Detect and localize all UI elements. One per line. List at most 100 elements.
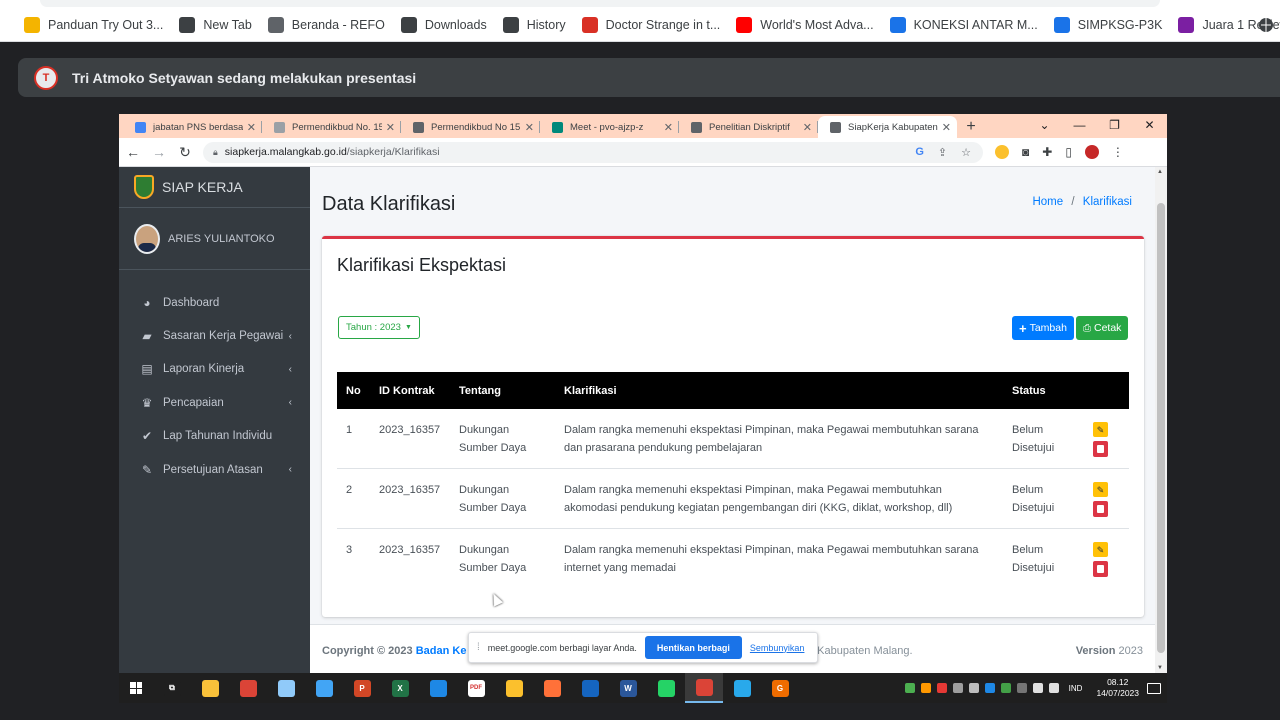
user-panel[interactable]: ARIES YULIANTOKO	[119, 208, 310, 270]
taskbar-app[interactable]: ⧉	[153, 673, 191, 703]
tab-close-icon[interactable]: ✕	[942, 121, 951, 134]
tab-close-icon[interactable]: ✕	[386, 121, 395, 134]
menu-kebab-icon[interactable]: ⋮	[1112, 145, 1124, 159]
browser-tab[interactable]: SiapKerja Kabupaten Ma ✕	[818, 116, 957, 138]
tab-search-icon[interactable]: ⌄	[1027, 118, 1062, 132]
forward-icon[interactable]: →	[147, 144, 171, 160]
wifi-icon[interactable]	[968, 683, 979, 693]
sidebar-item-dashboard[interactable]: ◕ Dashboard	[119, 286, 310, 319]
new-tab-button[interactable]: +	[957, 118, 985, 136]
tab-close-icon[interactable]: ✕	[525, 121, 534, 134]
extension-yellow-icon[interactable]	[995, 145, 1009, 159]
bookmark-item[interactable]: KONEKSI ANTAR M...	[882, 12, 1046, 38]
taskbar-app[interactable]	[533, 673, 571, 703]
delete-trash-icon[interactable]	[1093, 441, 1108, 457]
taskbar-app[interactable]	[647, 673, 685, 703]
edit-pencil-icon[interactable]: ✎	[1093, 422, 1108, 437]
close-window-button[interactable]: ✕	[1132, 118, 1167, 132]
clock[interactable]: 08.12 14/07/2023	[1096, 677, 1139, 699]
taskbar-app[interactable]	[723, 673, 761, 703]
delete-trash-icon[interactable]	[1093, 501, 1108, 517]
sidebar-item-lap-tahunan-individu[interactable]: ✔ Lap Tahunan Individu	[119, 420, 310, 453]
lock-icon[interactable]: 🔒︎	[213, 147, 218, 158]
tab-close-icon[interactable]: ✕	[247, 121, 256, 134]
restore-button[interactable]: ❐	[1097, 118, 1132, 132]
breadcrumb-home[interactable]: Home	[1032, 196, 1063, 208]
scroll-thumb[interactable]	[1157, 203, 1165, 653]
browser-tab[interactable]: jabatan PNS berdasarka ✕	[123, 116, 262, 138]
bluetooth-icon[interactable]	[984, 683, 995, 693]
browser-tab[interactable]: Penelitian Diskriptif ✕	[679, 116, 818, 138]
print-button[interactable]: ⎙ Cetak	[1076, 316, 1129, 340]
bookmark-item[interactable]: New Tab	[171, 12, 259, 38]
taskbar-app[interactable]: P	[343, 673, 381, 703]
breadcrumb-current[interactable]: Klarifikasi	[1083, 196, 1132, 208]
bookmark-item[interactable]: Panduan Try Out 3...	[16, 12, 171, 38]
bookmark-item[interactable]: World's Most Adva...	[728, 12, 881, 38]
stop-sharing-button[interactable]: Hentikan berbagi	[644, 636, 742, 659]
taskbar-app[interactable]: PDF	[457, 673, 495, 703]
bookmark-item[interactable]: SIMPKSG-P3K	[1046, 12, 1171, 38]
add-button[interactable]: + Tambah	[1012, 316, 1074, 340]
edit-pencil-icon[interactable]: ✎	[1093, 482, 1108, 497]
battery-icon[interactable]	[1032, 683, 1043, 693]
taskbar-app[interactable]	[571, 673, 609, 703]
google-lens-icon[interactable]: G	[915, 146, 924, 159]
drag-handle-icon[interactable]: ⁞	[477, 642, 480, 653]
back-icon[interactable]: ←	[121, 144, 145, 160]
taskbar-app[interactable]: X	[381, 673, 419, 703]
volume-icon[interactable]	[1048, 683, 1059, 693]
brand[interactable]: SIAP KERJA	[119, 167, 310, 208]
sidepanel-icon[interactable]: ▯	[1065, 145, 1072, 159]
tray-app3-icon[interactable]	[936, 683, 947, 693]
profile-avatar-icon[interactable]	[1084, 145, 1099, 159]
tray-app1-icon[interactable]	[904, 683, 915, 693]
sidebar-item-laporan-kinerja[interactable]: ▤ Laporan Kinerja ‹	[119, 353, 310, 386]
notification-icon[interactable]	[1147, 682, 1161, 694]
scroll-up-icon[interactable]: ▲	[1157, 169, 1163, 175]
browser-tab[interactable]: Permendikbud No. 15 Ta ✕	[262, 116, 401, 138]
language-indicator[interactable]: IND	[1069, 684, 1083, 693]
bookmark-item[interactable]: Doctor Strange in t...	[574, 12, 729, 38]
start-button[interactable]	[119, 682, 153, 694]
taskbar-app[interactable]	[229, 673, 267, 703]
share-icon[interactable]: ⇪	[938, 146, 947, 159]
extensions-puzzle-icon[interactable]: ✚	[1042, 145, 1052, 159]
year-filter-dropdown[interactable]: Tahun : 2023 ▼	[338, 316, 420, 339]
sidebar-item-sasaran-kerja-pegawai[interactable]: ▰ Sasaran Kerja Pegawai ‹	[119, 319, 310, 352]
reload-icon[interactable]: ↻	[173, 144, 197, 161]
url-field[interactable]: 🔒︎ siapkerja.malangkab.go.id/siapkerja/K…	[203, 141, 983, 163]
taskbar-app[interactable]	[267, 673, 305, 703]
edit-pencil-icon[interactable]: ✎	[1093, 542, 1108, 557]
bookmark-item[interactable]: Beranda - REFO	[260, 12, 393, 38]
scroll-down-icon[interactable]: ▼	[1157, 665, 1163, 671]
taskbar-app[interactable]	[495, 673, 533, 703]
sidebar-item-persetujuan-atasan[interactable]: ✎ Persetujuan Atasan ‹	[119, 453, 310, 486]
sidebar-item-pencapaian[interactable]: ♛ Pencapaian ‹	[119, 386, 310, 419]
taskbar-app[interactable]	[685, 673, 723, 703]
browser-tab[interactable]: Permendikbud No 15 Ta ✕	[401, 116, 540, 138]
page-scrollbar[interactable]: ▲ ▼	[1155, 167, 1167, 673]
delete-trash-icon[interactable]	[1093, 561, 1108, 577]
taskbar-app[interactable]: G	[761, 673, 799, 703]
browser-tab[interactable]: Meet - pvo-ajzp-z ✕	[540, 116, 679, 138]
tray-app6-icon[interactable]	[1016, 683, 1027, 693]
outer-omnibox-edge[interactable]	[40, 0, 1160, 7]
minimize-button[interactable]: —	[1062, 118, 1097, 132]
bookmark-item[interactable]: History	[495, 12, 574, 38]
hide-button[interactable]: Sembunyikan	[750, 643, 805, 653]
bookmark-item[interactable]: Downloads	[393, 12, 495, 38]
tray-app5-icon[interactable]	[1000, 683, 1011, 693]
tab-close-icon[interactable]: ✕	[664, 121, 673, 134]
tray-app4-icon[interactable]	[952, 683, 963, 693]
tab-close-icon[interactable]: ✕	[803, 121, 812, 134]
bookmark-star-icon[interactable]: ☆	[961, 146, 971, 159]
bookmark-more-icon[interactable]	[1252, 8, 1280, 42]
taskbar-app[interactable]	[419, 673, 457, 703]
taskbar-app[interactable]: W	[609, 673, 647, 703]
taskbar-app[interactable]	[191, 673, 229, 703]
taskbar-app[interactable]	[305, 673, 343, 703]
tray-app2-icon[interactable]	[920, 683, 931, 693]
org-link[interactable]: Badan Ke	[416, 645, 467, 657]
camera-icon[interactable]: ◙	[1022, 145, 1029, 159]
